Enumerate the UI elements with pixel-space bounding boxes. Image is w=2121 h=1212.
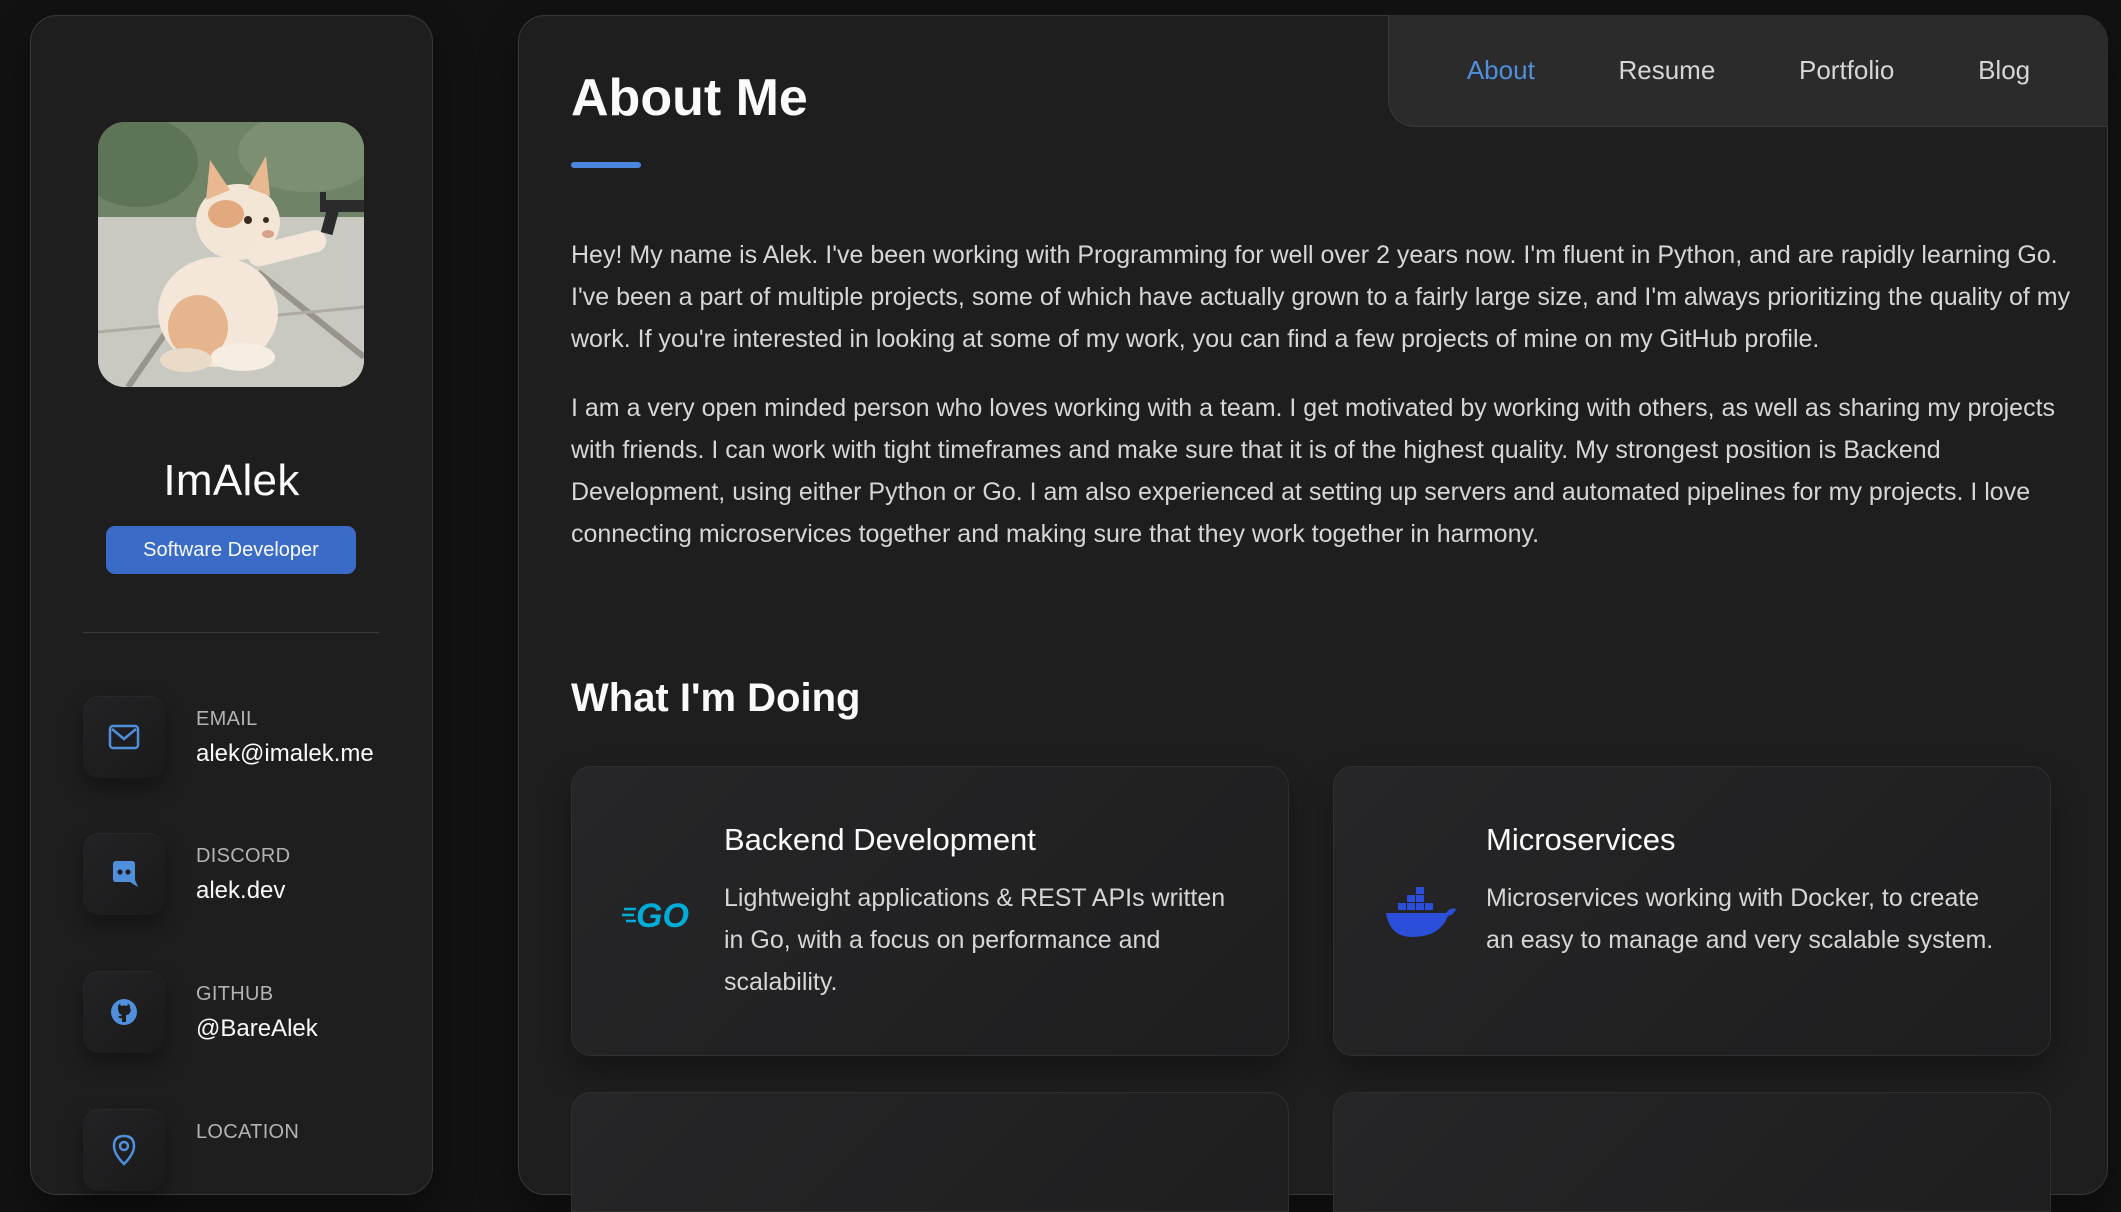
service-title: Backend Development [724,822,1036,857]
nav-resume[interactable]: Resume [1618,55,1715,86]
svg-text:GO: GO [636,897,689,935]
cat-avatar-image [98,122,364,387]
title-underline [571,162,641,168]
contact-discord-label: DISCORD [196,845,291,867]
page-title: About Me [571,69,808,127]
github-icon [83,971,165,1053]
contact-email-label: EMAIL [196,708,258,730]
contact-discord: DISCORD alek.dev [83,833,403,915]
contact-location: LOCATION [83,1109,403,1191]
contact-location-label: LOCATION [196,1121,300,1143]
nav-about[interactable]: About [1467,55,1535,86]
mail-icon [83,696,165,778]
discord-icon [83,833,165,915]
main-content: About Resume Portfolio Blog About Me Hey… [518,15,2108,1212]
service-card-partial [571,1092,1289,1212]
avatar [98,122,364,387]
about-paragraph: Hey! My name is Alek. I've been working … [571,241,2071,353]
services-title: What I'm Doing [571,676,861,720]
sidebar-separator [83,632,379,633]
profile-name: ImAlek [163,456,300,505]
nav-portfolio[interactable]: Portfolio [1799,55,1894,86]
service-card-microservices: Microservices Microservices working with… [1333,766,2051,1056]
job-title-badge: Software Developer [106,526,356,574]
service-description: Lightweight applications & REST APIs wri… [724,884,1226,996]
go-logo-icon: GO [622,887,696,941]
contact-email: EMAIL alek@imalek.me [83,696,403,778]
location-pin-icon [83,1109,165,1191]
top-navbar: About Resume Portfolio Blog [1388,15,2108,127]
sidebar: ImAlek Software Developer EMAIL alek@ima… [30,15,433,1195]
docker-whale-icon [1384,887,1458,941]
contact-email-link[interactable]: alek@imalek.me [196,740,374,768]
contact-github-link[interactable]: @BareAlek [196,1015,318,1043]
service-card-backend: GO Backend Development Lightweight appli… [571,766,1289,1056]
service-description: Microservices working with Docker, to cr… [1486,884,1994,954]
about-text: Hey! My name is Alek. I've been working … [571,234,2071,582]
service-card-partial [1333,1092,2051,1212]
contact-github-label: GITHUB [196,983,274,1005]
nav-blog[interactable]: Blog [1978,55,2030,86]
about-paragraph: I am a very open minded person who loves… [571,394,2056,548]
contact-discord-value[interactable]: alek.dev [196,877,285,905]
service-title: Microservices [1486,822,1676,857]
contact-github: GITHUB @BareAlek [83,971,403,1053]
